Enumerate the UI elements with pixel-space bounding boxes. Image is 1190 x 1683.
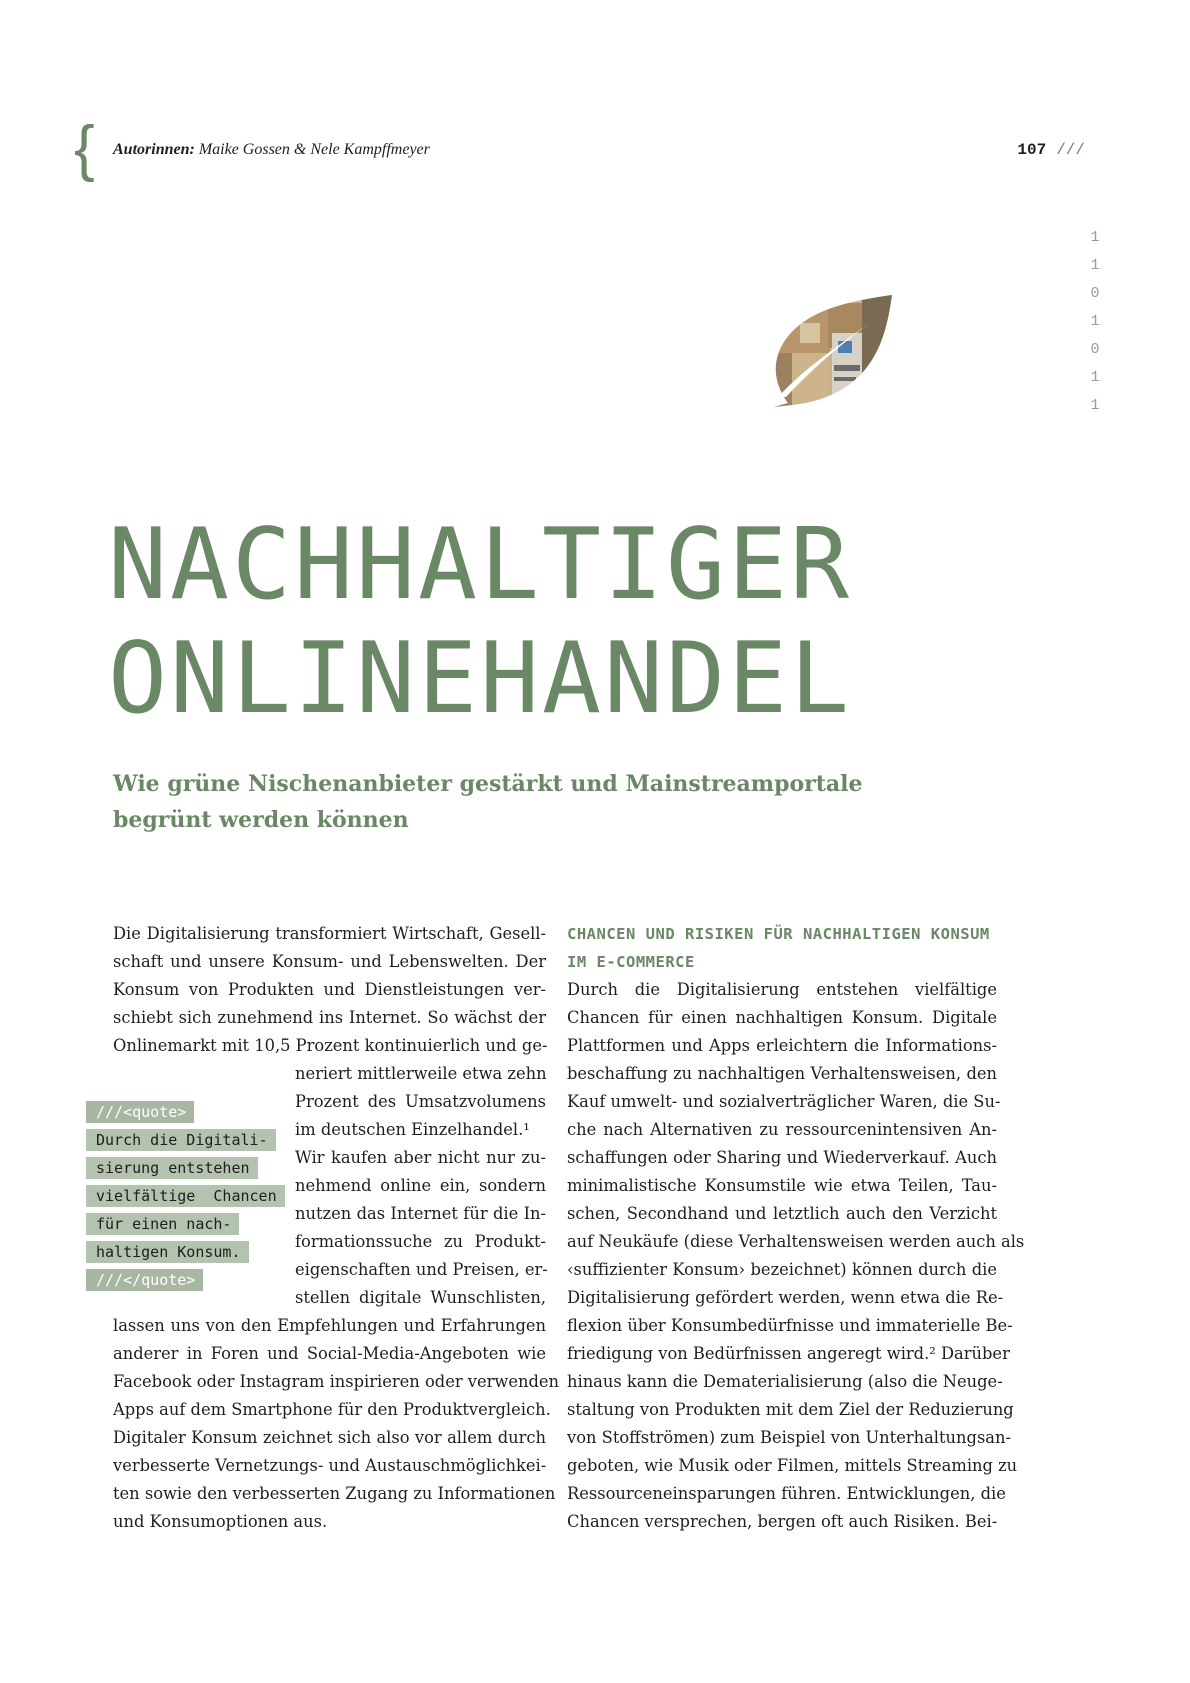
binary-digit: 1 bbox=[1090, 313, 1100, 330]
text-line: anderer in Foren und Social-Media-Angebo… bbox=[113, 1344, 546, 1363]
text-line: lassen uns von den Empfehlungen und Erfa… bbox=[113, 1316, 546, 1335]
text-line: verbesserte Vernetzungs- und Austauschmö… bbox=[113, 1456, 547, 1475]
text-line: schaffungen oder Sharing und Wiederverka… bbox=[567, 1148, 997, 1167]
curly-brace-ornament: { bbox=[74, 114, 95, 183]
text-line: Onlinemarkt mit 10,5 Prozent kontinuierl… bbox=[113, 1036, 548, 1055]
text-line: Chancen für einen nachhaltigen Konsum. D… bbox=[567, 1008, 997, 1027]
authors-line: Autorinnen: Maike Gossen & Nele Kampffme… bbox=[113, 141, 430, 159]
page-number: 107 /// bbox=[1017, 141, 1085, 159]
binary-digit: 1 bbox=[1090, 257, 1100, 274]
page-number-slashes: /// bbox=[1056, 141, 1085, 159]
binary-digit: 0 bbox=[1090, 341, 1100, 358]
text-line: Chancen versprechen, bergen oft auch Ris… bbox=[567, 1512, 998, 1531]
text-line: Digitalisierung gefördert werden, wenn e… bbox=[567, 1288, 1004, 1307]
binary-digit: 0 bbox=[1090, 285, 1100, 302]
text-line: ‹suffizienter Konsum› bezeichnet) können… bbox=[567, 1260, 997, 1279]
quote-line: für einen nach- bbox=[86, 1213, 240, 1235]
text-line: beschaffung zu nachhaltigen Verhaltenswe… bbox=[567, 1064, 997, 1083]
subtitle-line: Wie grüne Nischenanbieter gestärkt und M… bbox=[113, 771, 863, 797]
text-line: von Stoffströmen) zum Beispiel von Unter… bbox=[567, 1428, 1011, 1447]
text-line: Die Digitalisierung transformiert Wirtsc… bbox=[113, 924, 546, 943]
quote-line: Durch die Digitali- bbox=[86, 1129, 276, 1151]
binary-column: 1 1 0 1 0 1 1 bbox=[1085, 224, 1105, 420]
right-paragraph: Durch die Digitalisierung entstehen viel… bbox=[567, 976, 1025, 1536]
text-line: Plattformen und Apps erleichtern die Inf… bbox=[567, 1036, 997, 1055]
text-line: che nach Alternativen zu ressourceninten… bbox=[567, 1120, 997, 1139]
binary-digit: 1 bbox=[1090, 229, 1100, 246]
text-line: Apps auf dem Smartphone für den Produktv… bbox=[113, 1400, 551, 1419]
subtitle-line: begrünt werden können bbox=[113, 807, 409, 833]
pull-quote: ///<quote> Durch die Digitali- sierung e… bbox=[86, 1095, 285, 1291]
text-line: hinaus kann die Dematerialisierung (also… bbox=[567, 1372, 1003, 1391]
quote-line: vielfältige Chancen bbox=[86, 1185, 285, 1207]
page-number-value: 107 bbox=[1017, 141, 1047, 159]
text-line: Durch die Digitalisierung entstehen viel… bbox=[567, 980, 997, 999]
text-line: und Konsumoptionen aus. bbox=[113, 1512, 328, 1531]
text-line: staltung von Produkten mit dem Ziel der … bbox=[567, 1400, 1014, 1419]
text-line: minimalistische Konsumstile wie etwa Tei… bbox=[567, 1176, 997, 1195]
book-page: { Autorinnen: Maike Gossen & Nele Kampff… bbox=[0, 0, 1190, 1683]
text-line: friedigung von Bedürfnissen angeregt wir… bbox=[567, 1344, 1010, 1363]
text-line: Ressourceneinsparungen führen. Entwicklu… bbox=[567, 1484, 1006, 1503]
quote-close-tag: ///</quote> bbox=[86, 1269, 204, 1291]
leaf-photo-icon bbox=[774, 295, 892, 407]
title-line: NACHHALTIGER bbox=[108, 508, 853, 622]
article-title: NACHHALTIGER ONLINEHANDEL bbox=[108, 508, 852, 736]
text-line: Facebook oder Instagram inspirieren oder… bbox=[113, 1372, 560, 1391]
text-line: Kauf umwelt- und sozialverträglicher War… bbox=[567, 1092, 1001, 1111]
right-column: CHANCEN UND RISIKEN FÜR NACHHALTIGEN KON… bbox=[567, 920, 1025, 1536]
binary-digit: 1 bbox=[1090, 369, 1100, 386]
text-line: Digitaler Konsum zeichnet sich also vor … bbox=[113, 1428, 546, 1447]
quote-line: haltigen Konsum. bbox=[86, 1241, 249, 1263]
text-line: geboten, wie Musik oder Filmen, mittels … bbox=[567, 1456, 1018, 1475]
text-line: ten sowie den verbesserten Zugang zu Inf… bbox=[113, 1484, 556, 1503]
text-line: auf Neukäufe (diese Verhaltensweisen wer… bbox=[567, 1232, 1025, 1251]
article-subtitle: Wie grüne Nischenanbieter gestärkt und M… bbox=[113, 766, 913, 838]
text-line: neriert mittlerweile etwa zehn bbox=[295, 1064, 547, 1083]
text-line: Konsum von Produkten und Dienstleistunge… bbox=[113, 980, 546, 999]
quote-open-tag: ///<quote> bbox=[86, 1101, 195, 1123]
title-line: ONLINEHANDEL bbox=[108, 622, 853, 736]
quote-line: sierung entstehen bbox=[86, 1157, 258, 1179]
heading-line: CHANCEN UND RISIKEN FÜR NACHHALTIGEN KON… bbox=[567, 925, 990, 943]
text-line: schiebt sich zunehmend ins Internet. So … bbox=[113, 1008, 546, 1027]
section-heading: CHANCEN UND RISIKEN FÜR NACHHALTIGEN KON… bbox=[567, 920, 997, 976]
text-line: schen, Secondhand und letztlich auch den… bbox=[567, 1204, 997, 1223]
text-line: flexion über Konsumbedürfnisse und immat… bbox=[567, 1316, 1013, 1335]
authors-label: Autorinnen: bbox=[113, 141, 195, 158]
text-line: schaft und unsere Konsum- und Lebenswelt… bbox=[113, 952, 546, 971]
heading-line: IM E-COMMERCE bbox=[567, 953, 695, 971]
authors-names: Maike Gossen & Nele Kampffmeyer bbox=[198, 141, 430, 158]
binary-digit: 1 bbox=[1090, 397, 1100, 414]
